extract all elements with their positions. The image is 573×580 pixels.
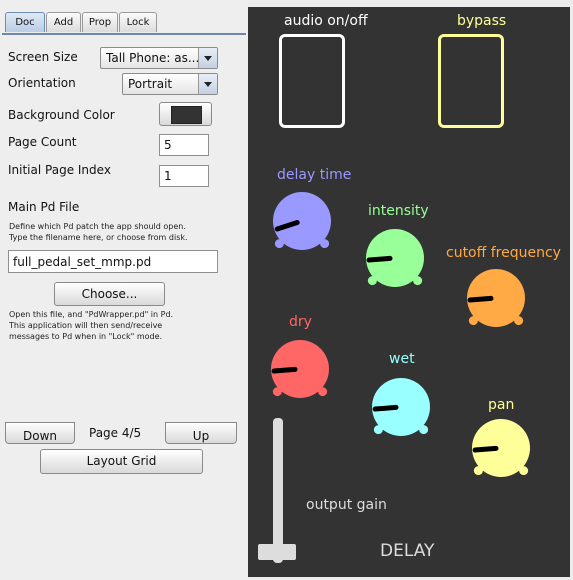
tab-add[interactable]: Add: [46, 12, 81, 32]
intensity-pointer: [366, 255, 393, 263]
choose-file-button[interactable]: Choose...: [54, 282, 165, 306]
page-indicator: Page 4/5: [89, 426, 142, 440]
page-down-button[interactable]: Down: [5, 422, 75, 444]
pan-max-dot: [519, 466, 529, 476]
page-count-label: Page Count: [8, 135, 77, 149]
page-up-button[interactable]: Up: [165, 422, 237, 444]
dry-min-dot: [272, 387, 282, 397]
screen-size-label: Screen Size: [8, 50, 78, 64]
orientation-value: Portrait: [128, 77, 173, 91]
tab-lock[interactable]: Lock: [119, 12, 157, 32]
intensity-min-dot: [367, 276, 377, 286]
orientation-select[interactable]: Portrait: [122, 73, 218, 95]
pan-pointer: [472, 445, 499, 453]
main-pd-help-2: Type the filename here, or choose from d…: [9, 233, 188, 242]
pan-min-dot: [473, 466, 483, 476]
layout-grid-button[interactable]: Layout Grid: [40, 449, 203, 474]
main-pd-help-1: Define which Pd patch the app should ope…: [9, 222, 186, 231]
screen-size-select[interactable]: Tall Phone: as...: [100, 47, 218, 69]
intensity-max-dot: [413, 276, 423, 286]
cutoff-min-dot: [468, 316, 478, 326]
screen-size-value: Tall Phone: as...: [106, 51, 198, 65]
background-color-label: Background Color: [8, 108, 115, 122]
controls-layer: [258, 192, 530, 563]
wet-pointer: [372, 404, 399, 412]
initial-page-label: Initial Page Index: [8, 163, 111, 177]
open-help-2: This application will then send/receive: [9, 321, 163, 330]
open-help-3: messages to Pd when in "Lock" mode.: [9, 332, 163, 341]
chevron-down-icon: [198, 48, 217, 68]
wet-min-dot: [373, 425, 383, 435]
delay-time-max-dot: [320, 239, 330, 249]
cutoff-pointer: [467, 295, 494, 303]
tab-underline: [2, 33, 246, 35]
initial-page-field[interactable]: 1: [159, 165, 209, 187]
chevron-down-icon: [198, 74, 217, 94]
orientation-label: Orientation: [8, 76, 76, 90]
open-help-1: Open this file, and "PdWrapper.pd" in Pd…: [9, 310, 174, 319]
dry-max-dot: [318, 387, 328, 397]
background-color-button[interactable]: [159, 102, 212, 126]
canvas-area: audio on/off bypass delay time intensity…: [248, 0, 573, 580]
cutoff-max-dot: [514, 316, 524, 326]
tab-bar: Doc Add Prop Lock: [0, 0, 248, 36]
main-pd-label: Main Pd File: [8, 200, 80, 214]
tab-prop[interactable]: Prop: [82, 12, 118, 32]
tab-doc[interactable]: Doc: [5, 12, 45, 32]
delay-time-min-dot: [274, 239, 284, 249]
wet-max-dot: [419, 425, 429, 435]
page-count-field[interactable]: 5: [159, 134, 209, 156]
dry-pointer: [271, 366, 298, 374]
output-gain-slider-track[interactable]: [273, 418, 283, 563]
inspector-panel: Doc Add Prop Lock Screen Size Tall Phone…: [0, 0, 248, 580]
output-gain-slider-handle[interactable]: [258, 544, 296, 560]
color-swatch: [171, 106, 202, 124]
patch-canvas: audio on/off bypass delay time intensity…: [248, 7, 570, 577]
main-pd-field[interactable]: full_pedal_set_mmp.pd: [8, 250, 218, 273]
